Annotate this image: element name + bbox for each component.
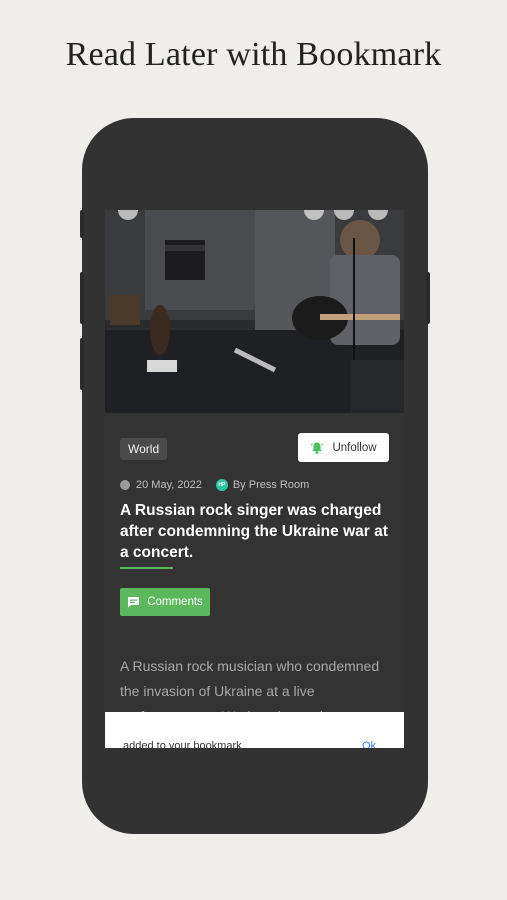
comment-icon	[127, 596, 140, 608]
comments-label: Comments	[147, 596, 203, 608]
app-screen: World Unfollow 20 May, 2022 HP By Press …	[105, 210, 404, 748]
unfollow-button[interactable]: Unfollow	[298, 433, 389, 462]
article-author[interactable]: By Press Room	[233, 479, 309, 491]
phone-side-button	[80, 210, 84, 238]
article-date: 20 May, 2022	[136, 479, 202, 491]
phone-power-button	[426, 272, 430, 324]
promo-headline: Read Later with Bookmark	[65, 36, 442, 73]
article-title: A Russian rock singer was charged after …	[120, 502, 388, 561]
author-avatar: HP	[215, 479, 228, 491]
toast-ok-button[interactable]: Ok	[362, 740, 376, 748]
toast-message: added to your bookmark	[123, 740, 242, 748]
comments-button[interactable]: Comments	[120, 588, 210, 616]
clock-icon	[120, 480, 130, 490]
category-tag[interactable]: World	[120, 438, 168, 460]
unfollow-label: Unfollow	[332, 441, 377, 454]
article-meta: 20 May, 2022 HP By Press Room	[120, 479, 309, 491]
article-hero-image	[105, 210, 404, 413]
phone-volume-down	[80, 338, 84, 390]
bookmark-toast: added to your bookmark Ok	[105, 712, 404, 748]
title-underline	[120, 567, 173, 569]
phone-volume-up	[80, 272, 84, 324]
bell-icon	[310, 441, 324, 455]
